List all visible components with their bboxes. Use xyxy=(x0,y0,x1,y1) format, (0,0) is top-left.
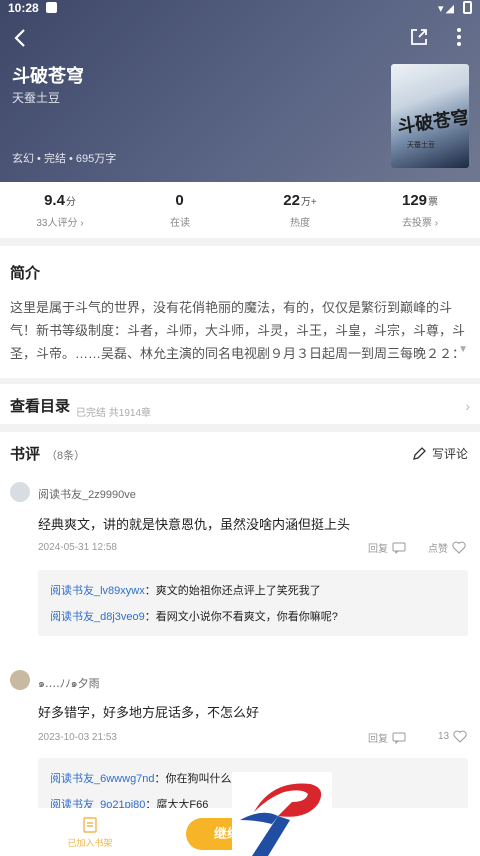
stat-value: 129 xyxy=(401,192,428,209)
logo-icon xyxy=(240,783,322,856)
reply-user[interactable]: 阅读书友_lv89xywx xyxy=(50,585,145,597)
book-meta: 玄幻 • 完结 • 695万字 xyxy=(12,153,117,165)
back-button[interactable] xyxy=(8,26,32,50)
reviews-section: 书评 （8条） 写评论 阅读书友_2z9990ve 经典爽文，讲的就是快意恩仇，… xyxy=(0,432,480,814)
bookshelf-icon xyxy=(83,817,97,833)
stat-rating[interactable]: 9.4分 33人评分 › xyxy=(0,192,120,229)
review-text: 好多错字，好多地方屁话多，不怎么好 xyxy=(38,705,260,720)
reply-button[interactable]: 回复 xyxy=(368,540,406,555)
review-item: 阅读书友_2z9990ve 经典爽文，讲的就是快意恩仇，虽然没啥内涵但挺上头 2… xyxy=(0,480,480,648)
reply-item[interactable]: 阅读书友_d8j3veo9：看网文小说你不看爽文，你看你嘛呢? xyxy=(50,608,338,624)
reply-text: ：看网文小说你不看爽文，你看你嘛呢? xyxy=(144,611,338,623)
stat-value: 0 xyxy=(175,192,184,209)
toc-heading: 查看目录 xyxy=(10,398,71,415)
reviews-heading: 书评 xyxy=(10,446,41,463)
stat-label: 去投票 › xyxy=(401,218,439,229)
reply-user[interactable]: 阅读书友_d8j3veo9 xyxy=(50,611,145,623)
reply-item[interactable]: 阅读书友_6wwwg7nd：你在狗叫什么 xyxy=(50,770,232,786)
review-date: 2024-05-31 12:58 xyxy=(38,542,117,553)
book-cover: 斗破苍穹 天蚕土豆 xyxy=(391,64,469,168)
avatar[interactable] xyxy=(10,482,30,502)
reply-label: 回复 xyxy=(368,544,388,555)
reply-text: ：爽文的始祖你还点评上了笑死我了 xyxy=(144,585,321,597)
intro-heading: 简介 xyxy=(10,265,41,282)
notification-icon xyxy=(46,2,57,13)
status-bar: 10:28 ▾◢ xyxy=(0,0,480,16)
share-button[interactable] xyxy=(408,26,432,50)
reply-user[interactable]: 阅读书友_6wwwg7nd xyxy=(50,773,155,785)
more-vertical-icon xyxy=(457,28,461,46)
intro-text: 这里是属于斗气的世界，没有花俏艳丽的魔法，有的，仅仅是繁衍到巅峰的斗气！新书等级… xyxy=(10,300,466,361)
expand-icon[interactable]: ▼ xyxy=(458,344,468,355)
reviews-count: （8条） xyxy=(46,450,86,462)
stat-unit: 分 xyxy=(65,197,76,208)
stat-votes[interactable]: 129票 去投票 › xyxy=(360,192,480,229)
add-to-shelf-button[interactable]: 已加入书架 xyxy=(60,816,120,849)
review-user[interactable]: 阅读书友_2z9990ve xyxy=(38,486,136,502)
reply-label: 回复 xyxy=(368,734,388,745)
stat-unit: 万+ xyxy=(300,197,317,208)
reply-list: 阅读书友_lv89xywx：爽文的始祖你还点评上了笑死我了 阅读书友_d8j3v… xyxy=(38,570,468,636)
stat-label: 在读 xyxy=(170,218,190,229)
toc-section[interactable]: 查看目录 已完结 共1914章 › xyxy=(0,384,480,424)
write-review-label: 写评论 xyxy=(431,447,468,461)
write-review-button[interactable]: 写评论 xyxy=(412,445,468,462)
comment-icon xyxy=(392,732,406,744)
toc-status: 已完结 共1914章 xyxy=(76,408,152,419)
review-user[interactable]: ๑‥‥ﾉﾉ๑夕雨 xyxy=(38,674,100,692)
status-time: 10:28 xyxy=(8,1,39,15)
chevron-right-icon: › xyxy=(465,398,470,414)
book-header: 10:28 ▾◢ 斗破苍穹 天蚕土豆 玄幻 • 完结 • 695万字 斗破苍穹 … xyxy=(0,0,480,182)
stat-value: 9.4 xyxy=(44,192,65,209)
reply-text: ：你在狗叫什么 xyxy=(154,773,232,785)
shelf-label: 已加入书架 xyxy=(67,838,113,848)
stat-label: 热度 xyxy=(290,218,310,229)
intro-section[interactable]: 简介 这里是属于斗气的世界，没有花俏艳丽的魔法，有的，仅仅是繁衍到巅峰的斗气！新… xyxy=(0,246,480,378)
book-author[interactable]: 天蚕土豆 xyxy=(12,89,60,106)
book-title: 斗破苍穹 xyxy=(12,66,84,86)
chevron-left-icon xyxy=(14,29,25,47)
stats-bar: 9.4分 33人评分 › 0 在读 22万+ 热度 129票 去投票 › xyxy=(0,182,480,238)
heart-icon xyxy=(452,541,466,554)
cover-author: 天蚕土豆 xyxy=(407,142,435,149)
heart-icon xyxy=(453,730,467,743)
more-button[interactable] xyxy=(448,26,472,50)
review-date: 2023-10-03 21:53 xyxy=(38,732,117,743)
stat-value: 22 xyxy=(283,192,300,209)
reply-item[interactable]: 阅读书友_lv89xywx：爽文的始祖你还点评上了笑死我了 xyxy=(50,582,321,598)
battery-icon xyxy=(463,1,472,14)
signal-icon: ▾◢ xyxy=(438,3,456,15)
cover-title: 斗破苍穹 xyxy=(396,107,469,137)
like-count: 13 xyxy=(438,731,450,742)
pen-icon xyxy=(413,446,426,460)
like-label: 点赞 xyxy=(428,544,448,555)
review-text: 经典爽文，讲的就是快意恩仇，虽然没啥内涵但挺上头 xyxy=(38,517,351,532)
watermark-logo xyxy=(232,772,332,856)
reply-button[interactable]: 回复 xyxy=(368,730,406,745)
like-button[interactable]: 点赞 xyxy=(428,540,466,555)
stat-unit: 票 xyxy=(428,197,439,208)
stat-label: 33人评分 › xyxy=(36,218,84,229)
share-icon xyxy=(411,29,427,45)
comment-icon xyxy=(392,542,406,554)
avatar[interactable] xyxy=(10,670,30,690)
stat-reading: 0 在读 xyxy=(120,192,240,229)
like-button[interactable]: 13 xyxy=(438,730,467,743)
stat-popularity: 22万+ 热度 xyxy=(240,192,360,229)
